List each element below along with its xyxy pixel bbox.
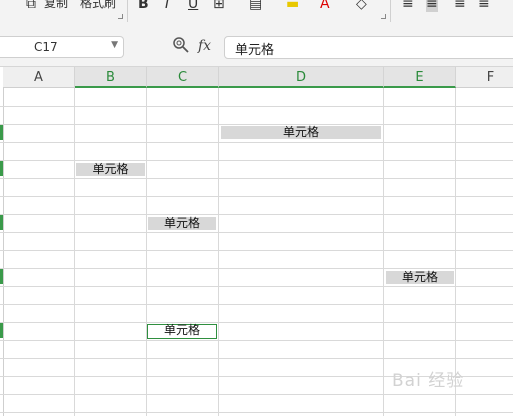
ribbon-separator bbox=[390, 0, 391, 22]
formula-input[interactable]: 单元格 bbox=[224, 36, 513, 59]
grid-row-line bbox=[0, 196, 513, 197]
row-selected-marker bbox=[0, 269, 3, 284]
cell-e-filled[interactable]: 单元格 bbox=[386, 271, 454, 284]
italic-icon[interactable]: I bbox=[165, 0, 169, 12]
bold-icon[interactable]: B bbox=[138, 0, 149, 12]
cell-b-filled[interactable]: 单元格 bbox=[76, 163, 145, 176]
copy-button[interactable]: 复制 bbox=[44, 0, 68, 11]
grid-row-line bbox=[0, 160, 513, 161]
fill-color-icon[interactable]: ▤ bbox=[249, 0, 262, 12]
grid-row-line bbox=[0, 106, 513, 107]
grid-row-line bbox=[0, 178, 513, 179]
underline-icon[interactable]: U bbox=[188, 0, 198, 12]
grid-row-line bbox=[0, 340, 513, 341]
fx-icon[interactable]: fx bbox=[198, 38, 211, 54]
row-selected-marker bbox=[0, 323, 3, 338]
align-left-icon[interactable]: ≡ bbox=[402, 0, 414, 12]
row-selected-marker bbox=[0, 161, 3, 176]
zoom-search-icon[interactable] bbox=[172, 36, 190, 54]
grid-row-line bbox=[0, 232, 513, 233]
justify-icon[interactable]: ≡ bbox=[478, 0, 490, 12]
grid-col-line bbox=[146, 88, 147, 416]
grid-row-line bbox=[0, 394, 513, 395]
align-center-icon[interactable]: ≡ bbox=[426, 0, 438, 12]
column-header-a[interactable]: A bbox=[3, 67, 75, 88]
formula-value: 单元格 bbox=[235, 43, 275, 58]
grid-row-line bbox=[0, 322, 513, 323]
chevron-down-icon[interactable]: ▼ bbox=[111, 40, 118, 50]
name-box-value: C17 bbox=[34, 40, 58, 54]
active-cell-c17[interactable]: 单元格 bbox=[147, 324, 217, 339]
grid-row-line bbox=[0, 142, 513, 143]
column-header-d[interactable]: D bbox=[219, 67, 384, 88]
column-header-b[interactable]: B bbox=[75, 67, 147, 88]
grid-col-line bbox=[383, 88, 384, 416]
grid-col-line bbox=[218, 88, 219, 416]
grid-row-line bbox=[0, 124, 513, 125]
grid-row-line bbox=[0, 412, 513, 413]
copy-icon[interactable]: ⧉ bbox=[26, 0, 36, 12]
font-group-launcher[interactable] bbox=[381, 14, 386, 19]
highlight-icon[interactable]: ▬ bbox=[286, 0, 299, 12]
ribbon-toolbar: ⧉ 复制 格式刷 B I U ⊞ ▤ ▬ A ◇ ≡ ≡ ≡ ≡ bbox=[0, 0, 513, 25]
format-painter-button[interactable]: 格式刷 bbox=[80, 0, 116, 11]
border-icon[interactable]: ⊞ bbox=[213, 0, 225, 12]
row-selected-marker bbox=[0, 215, 3, 230]
cell-c-filled[interactable]: 单元格 bbox=[148, 217, 216, 230]
grid-col-line bbox=[74, 88, 75, 416]
baidu-watermark: Bai 经验 bbox=[392, 371, 465, 391]
column-header-f[interactable]: F bbox=[456, 67, 513, 88]
clear-format-icon[interactable]: ◇ bbox=[356, 0, 367, 12]
font-color-icon[interactable]: A bbox=[320, 0, 330, 12]
grid-row-line bbox=[0, 304, 513, 305]
name-box[interactable]: C17 ▼ bbox=[0, 36, 124, 58]
grid-row-line bbox=[0, 286, 513, 287]
ribbon-separator bbox=[127, 0, 128, 22]
align-right-icon[interactable]: ≡ bbox=[454, 0, 466, 12]
grid-row-line bbox=[0, 268, 513, 269]
column-header-e[interactable]: E bbox=[384, 67, 456, 88]
column-header-c[interactable]: C bbox=[147, 67, 219, 88]
cell-d-filled[interactable]: 单元格 bbox=[221, 126, 381, 139]
clipboard-group-launcher[interactable] bbox=[118, 14, 123, 19]
grid-col-line bbox=[3, 88, 4, 416]
grid-row-line bbox=[0, 358, 513, 359]
grid-row-line bbox=[0, 214, 513, 215]
grid-row-line bbox=[0, 250, 513, 251]
row-selected-marker bbox=[0, 125, 3, 140]
